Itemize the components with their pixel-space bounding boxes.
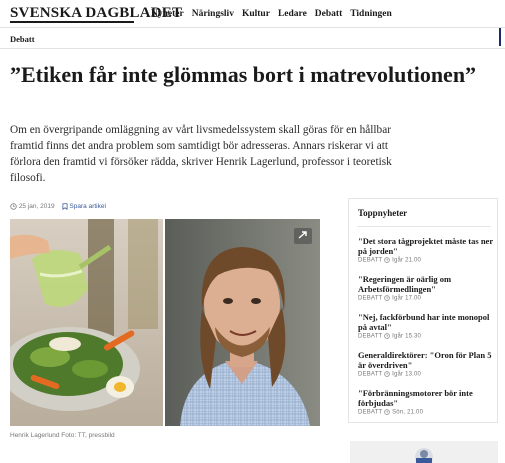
top-news-meta: DEBATT Sön, 21.00 [358,409,494,416]
section-divider [0,48,505,49]
article-headline: ”Etiken får inte glömmas bort i matrevol… [10,62,477,87]
promo-widget[interactable] [350,441,498,463]
nav-item-naringsliv[interactable]: Näringsliv [192,9,234,19]
top-news-title: "Nej, fackförbund har inte monopol på av… [358,312,490,332]
article-meta: 25 jan, 2019 Spara artikel [10,203,106,210]
clock-icon [10,203,17,210]
section-accent-bar [499,28,501,46]
promo-illustration [415,448,433,463]
top-news-time: Igår 17.00 [392,295,422,302]
clock-icon [384,257,390,263]
top-news-title: Generaldirektörer: "Oron för Plan 5 är ö… [358,350,492,370]
logo-underline [10,21,134,23]
top-news-item[interactable]: "Nej, fackförbund har inte monopol på av… [358,312,494,340]
top-news-title: "Det stora tågprojektet måste tas ner på… [358,236,493,256]
article-lead: Om en övergripande omläggning av vårt li… [10,124,392,184]
top-news-meta: DEBATT Igår 15.30 [358,333,494,340]
nav-item-tidningen[interactable]: Tidningen [350,9,392,19]
publish-date: 25 jan, 2019 [10,203,55,210]
top-news-title: "Förbränningsmotorer bör inte förbjudas" [358,388,473,408]
top-news-title: "Regeringen är oärlig om Arbetsförmedlin… [358,274,452,294]
header-divider [0,27,505,28]
bookmark-icon [62,203,68,210]
top-news-time: Sön, 21.00 [392,409,424,416]
expand-image-button[interactable] [294,228,312,244]
top-news-section: DEBATT [358,409,383,416]
expand-icon [298,231,307,239]
photo-caption: Henrik Lagerlund Foto: TT, pressbild [10,432,115,439]
photo-illustration [10,219,320,426]
top-news-meta: DEBATT Igår 17.00 [358,295,494,302]
save-article-label: Spara artikel [69,203,106,211]
top-news-section: DEBATT [358,371,383,378]
nav-item-debatt[interactable]: Debatt [315,9,342,19]
top-news-item[interactable]: "Det stora tågprojektet måste tas ner på… [358,236,494,264]
clock-icon [384,295,390,301]
top-news-time: Igår 21.00 [392,257,422,264]
nav-item-kultur[interactable]: Kultur [242,9,270,19]
date-text: 25 jan, 2019 [18,203,55,211]
top-news-item[interactable]: "Förbränningsmotorer bör inte förbjudas"… [358,388,494,416]
top-news-item[interactable]: Generaldirektörer: "Oron för Plan 5 är ö… [358,350,494,378]
clock-icon [384,371,390,377]
nav-item-ledare[interactable]: Ledare [278,9,307,19]
clock-icon [384,409,390,415]
main-nav: Nyheter Näringsliv Kultur Ledare Debatt … [151,9,392,19]
widget-divider [357,226,491,227]
top-news-meta: DEBATT Igår 21.00 [358,257,494,264]
site-header: SVENSKA DAGBLADET Nyheter Näringsliv Kul… [0,0,505,27]
top-news-section: DEBATT [358,257,383,264]
top-news-section: DEBATT [358,295,383,302]
top-news-section: DEBATT [358,333,383,340]
top-news-meta: DEBATT Igår 13.00 [358,371,494,378]
widget-title: Toppnyheter [358,208,408,218]
top-news-time: Igår 15.30 [392,333,422,340]
top-news-widget: Toppnyheter "Det stora tågprojektet måst… [348,198,498,423]
nav-item-nyheter[interactable]: Nyheter [151,9,184,19]
save-article-button[interactable]: Spara artikel [62,203,106,210]
top-news-item[interactable]: "Regeringen är oärlig om Arbetsförmedlin… [358,274,494,302]
article-photo[interactable] [10,219,320,426]
section-link[interactable]: Debatt [10,34,35,44]
clock-icon [384,333,390,339]
top-news-time: Igår 13.00 [392,371,422,378]
